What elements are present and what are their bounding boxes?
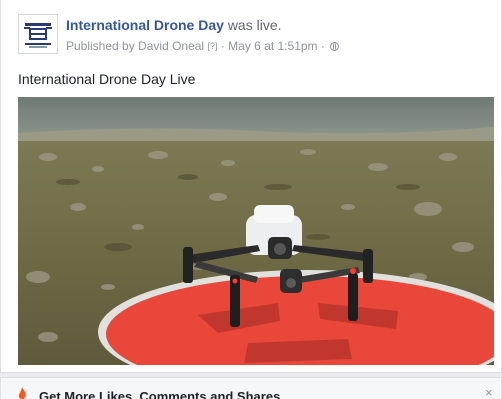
author-link[interactable]: David Oneal xyxy=(138,39,204,53)
meta-separator-2: · xyxy=(320,39,325,53)
live-video[interactable] xyxy=(18,97,494,365)
post-headline: International Drone Day was live. xyxy=(66,16,282,34)
video-frame xyxy=(18,97,494,365)
close-icon[interactable]: × xyxy=(485,386,493,399)
post-card: International Drone Day was live. Publis… xyxy=(0,0,502,373)
post-text: International Drone Day Live xyxy=(18,71,196,87)
promo-bar: Get More Likes, Comments and Shares × xyxy=(0,377,502,399)
post-header: International Drone Day was live. Publis… xyxy=(18,14,488,64)
timestamp-link[interactable]: May 6 at 1:51pm xyxy=(228,39,317,53)
status-text: was live. xyxy=(227,17,282,33)
page-name-link[interactable]: International Drone Day xyxy=(66,17,224,33)
page-avatar[interactable] xyxy=(18,14,58,54)
drone-day-logo xyxy=(19,15,57,53)
help-marker[interactable]: [?] xyxy=(207,41,217,51)
globe-icon[interactable] xyxy=(330,42,340,51)
meta-separator: · xyxy=(220,39,225,53)
published-prefix: Published by xyxy=(66,39,135,53)
flame-icon xyxy=(18,387,26,399)
post-meta: Published by David Oneal [?] · May 6 at … xyxy=(66,38,340,54)
